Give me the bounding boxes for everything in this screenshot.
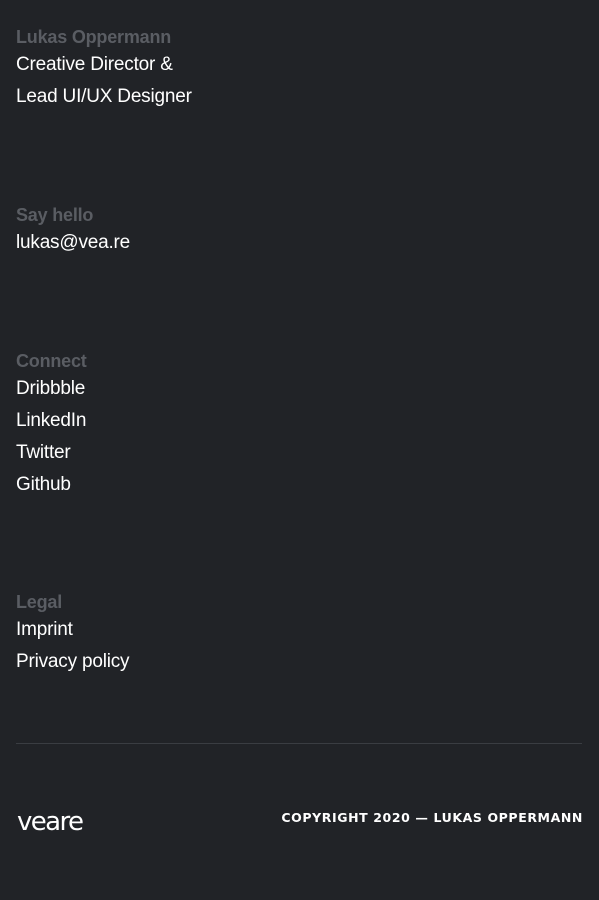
- copyright-notice: COPYRIGHT 2020 — LUKAS OPPERMANN: [281, 810, 583, 825]
- legal-section: Legal Imprint Privacy policy: [16, 590, 130, 678]
- author-title-line-1: Creative Director &: [16, 54, 173, 75]
- email-link[interactable]: lukas@vea.re: [16, 227, 130, 259]
- legal-heading: Legal: [16, 592, 63, 612]
- bio-section: Lukas Oppermann Creative Director & Lead…: [16, 25, 192, 113]
- contact-heading: Say hello: [16, 205, 94, 225]
- connect-heading: Connect: [16, 351, 87, 371]
- veare-logo[interactable]: veare: [17, 804, 84, 840]
- github-link[interactable]: Github: [16, 469, 71, 501]
- dribbble-link[interactable]: Dribbble: [16, 373, 85, 405]
- contact-section: Say hello lukas@vea.re: [16, 203, 130, 259]
- privacy-policy-link[interactable]: Privacy policy: [16, 646, 130, 678]
- footer-divider: [16, 743, 582, 744]
- imprint-link[interactable]: Imprint: [16, 614, 73, 646]
- twitter-link[interactable]: Twitter: [16, 437, 71, 469]
- linkedin-link[interactable]: LinkedIn: [16, 405, 86, 437]
- connect-section: Connect Dribbble LinkedIn Twitter Github: [16, 349, 87, 501]
- author-title-line-2: Lead UI/UX Designer: [16, 86, 192, 107]
- author-name: Lukas Oppermann: [16, 27, 172, 47]
